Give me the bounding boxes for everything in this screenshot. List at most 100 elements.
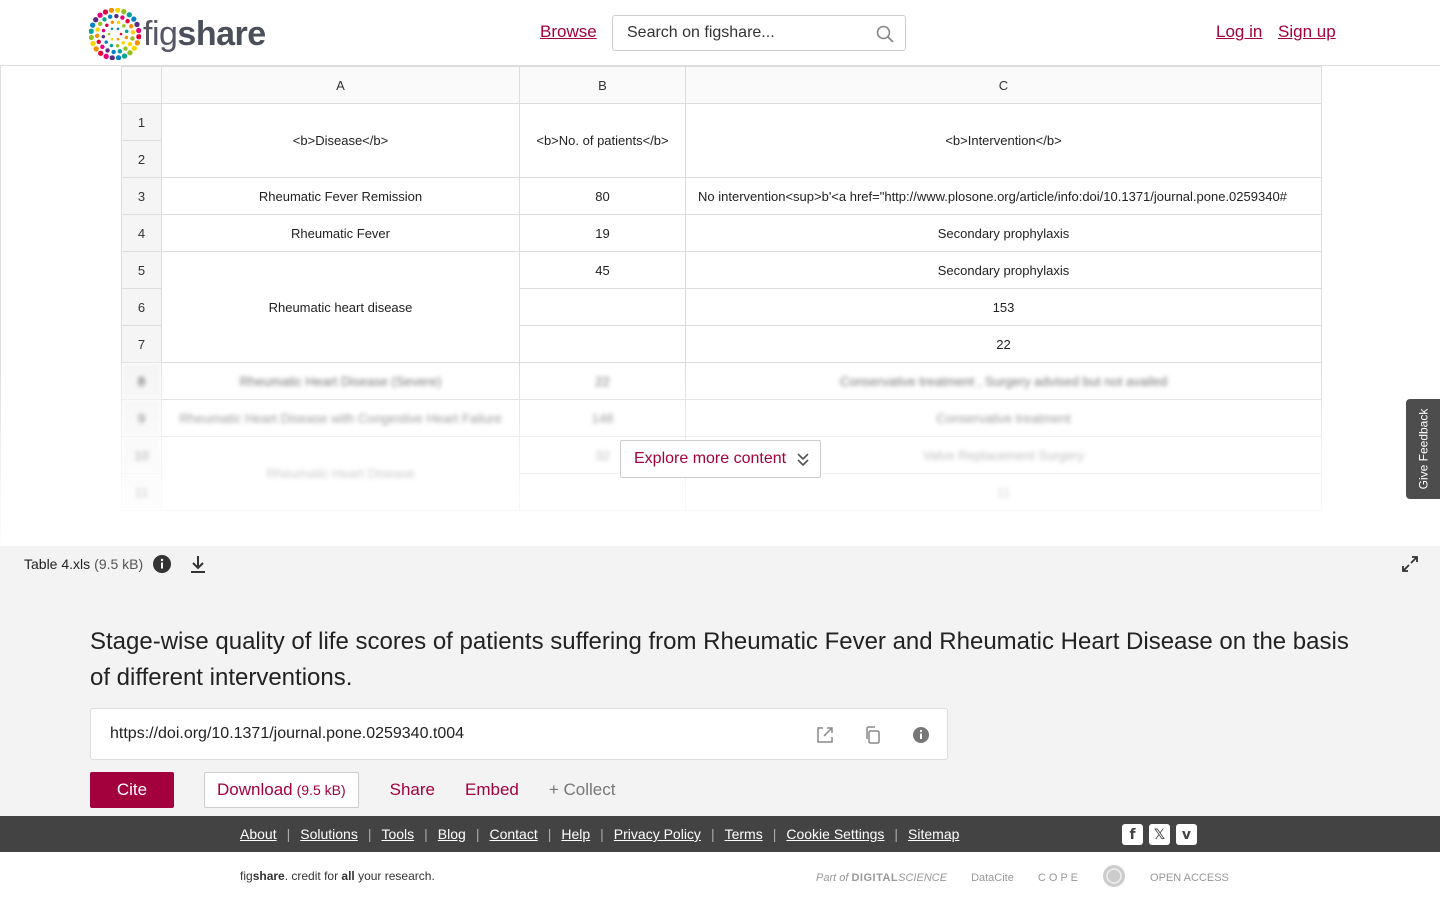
logo-dot — [131, 16, 137, 22]
download-button[interactable]: Download (9.5 kB) — [204, 772, 359, 808]
logo-dot — [97, 21, 103, 27]
doi-box: https://doi.org/10.1371/journal.pone.025… — [90, 708, 948, 760]
table-row: 5 Rheumatic heart disease 45 Secondary p… — [121, 251, 1322, 363]
site-header: figshare Browse Log in Sign up — [0, 0, 1440, 66]
footer-link-blog[interactable]: Blog — [438, 826, 466, 842]
cell-disease-header: <b>Disease</b> — [161, 103, 520, 178]
fullscreen-icon[interactable] — [1401, 555, 1419, 573]
facebook-icon[interactable]: f — [1122, 824, 1143, 845]
logo-dot — [116, 27, 120, 31]
datacite-logo[interactable]: DataCite — [971, 872, 1014, 884]
logo-dot — [109, 55, 115, 60]
doi-link[interactable]: https://doi.org/10.1371/journal.pone.025… — [110, 725, 464, 743]
cell-intervention-header: <b>Intervention</b> — [685, 103, 1322, 178]
table-row: 3 Rheumatic Fever Remission 80 No interv… — [121, 177, 1322, 215]
footer-link-sitemap[interactable]: Sitemap — [908, 826, 959, 842]
digital-science-logo[interactable]: Part of DIGITALSCIENCE — [816, 872, 947, 884]
search-input[interactable] — [613, 16, 853, 50]
action-bar: Cite Download (9.5 kB) Share Embed + Col… — [90, 772, 616, 808]
preview-toolbar — [0, 546, 1440, 582]
login-link[interactable]: Log in — [1216, 22, 1262, 42]
collect-link[interactable]: + Collect — [549, 780, 616, 800]
logo-dot — [136, 34, 141, 40]
cell: 22 — [519, 362, 686, 400]
logo-dot — [107, 32, 111, 36]
cell: Rheumatic Fever — [161, 214, 520, 252]
footer-credit: figshare. credit for all your research. — [240, 869, 435, 883]
cell: Conservative treatment , Surgery advised… — [685, 362, 1322, 400]
row-number: 2 — [121, 140, 162, 178]
download-icon[interactable] — [188, 554, 208, 574]
row-number: 3 — [121, 177, 162, 215]
vimeo-icon[interactable]: v — [1176, 824, 1197, 845]
logo-dot — [115, 43, 120, 48]
logo-dot — [111, 49, 116, 55]
copy-icon[interactable] — [863, 725, 883, 745]
row-number: 8 — [121, 362, 162, 400]
footer-links: About | Solutions | Tools | Blog | Contact | … — [240, 826, 959, 842]
cell: 22 — [685, 325, 1322, 363]
cell-merged-rhd: Rheumatic heart disease — [161, 251, 520, 363]
logo-dot — [127, 50, 133, 56]
logo-dot — [100, 44, 105, 50]
browse-link[interactable]: Browse — [540, 22, 597, 42]
footer-link-cookie-settings[interactable]: Cookie Settings — [786, 826, 884, 842]
table-row: 1 <b>Disease</b> <b>No. of patients</b> … — [121, 103, 1322, 178]
logo-dot — [102, 9, 109, 15]
logo-dot — [121, 41, 125, 45]
logo-dot — [95, 27, 100, 32]
row-number: 1 — [121, 103, 162, 141]
footer-link-tools[interactable]: Tools — [381, 826, 414, 842]
figshare-logo-icon — [89, 8, 141, 60]
search-icon[interactable] — [875, 24, 895, 44]
external-link-icon[interactable] — [815, 725, 835, 745]
give-feedback-label: Give Feedback — [1416, 408, 1430, 490]
cope-logo[interactable]: C O P E — [1038, 872, 1078, 884]
info-icon[interactable] — [152, 554, 172, 574]
footer-link-solutions[interactable]: Solutions — [300, 826, 358, 842]
column-header-c: C — [685, 66, 1322, 104]
signup-link[interactable]: Sign up — [1278, 22, 1336, 42]
figshare-logo[interactable]: figshare — [89, 8, 266, 60]
cell: 153 — [685, 288, 1322, 326]
explore-more-button[interactable]: Explore more content — [620, 440, 821, 478]
footer-link-help[interactable]: Help — [561, 826, 590, 842]
logo-dot — [98, 50, 104, 56]
logo-dot — [90, 22, 96, 28]
table-row: 9 Rheumatic Heart Disease with Congestiv… — [121, 399, 1322, 437]
cell: 11 — [685, 473, 1322, 511]
footer-link-terms[interactable]: Terms — [725, 826, 763, 842]
column-header-a: A — [161, 66, 520, 104]
logo-dot — [129, 24, 134, 29]
footer-link-privacy[interactable]: Privacy Policy — [614, 826, 701, 842]
footer-bottom: figshare. credit for all your research. … — [0, 852, 1440, 900]
footer-link-about[interactable]: About — [240, 826, 277, 842]
logo-dot — [97, 12, 103, 18]
footer-link-contact[interactable]: Contact — [489, 826, 537, 842]
doi-info-icon[interactable] — [911, 725, 931, 745]
footer-separator: | — [710, 826, 715, 842]
row-number: 5 — [121, 251, 162, 289]
logo-dot — [93, 17, 99, 23]
row-number: 4 — [121, 214, 162, 252]
embed-link[interactable]: Embed — [465, 780, 519, 800]
cell-patients-header: <b>No. of patients</b> — [519, 103, 686, 178]
download-label: Download — [217, 780, 293, 799]
footer-separator: | — [894, 826, 899, 842]
item-title: Stage-wise quality of life scores of pat… — [90, 628, 1349, 691]
footer-separator: | — [547, 826, 552, 842]
logo-dot — [101, 28, 106, 33]
logo-dot — [119, 32, 123, 36]
seal-icon[interactable] — [1102, 864, 1126, 891]
double-chevron-down-icon — [797, 453, 809, 467]
cite-button[interactable]: Cite — [90, 772, 174, 808]
footer-nav: About | Solutions | Tools | Blog | Contact | … — [0, 816, 1440, 852]
logo-dot — [130, 30, 136, 35]
item-details: Stage-wise quality of life scores of pat… — [0, 582, 1440, 816]
x-twitter-icon[interactable]: 𝕏 — [1149, 824, 1170, 845]
share-link[interactable]: Share — [390, 780, 435, 800]
open-access-logo[interactable]: OPEN ACCESS — [1150, 872, 1229, 884]
logo-dot — [103, 53, 109, 59]
give-feedback-tab[interactable]: Give Feedback — [1406, 399, 1440, 499]
logo-dot — [126, 12, 132, 18]
